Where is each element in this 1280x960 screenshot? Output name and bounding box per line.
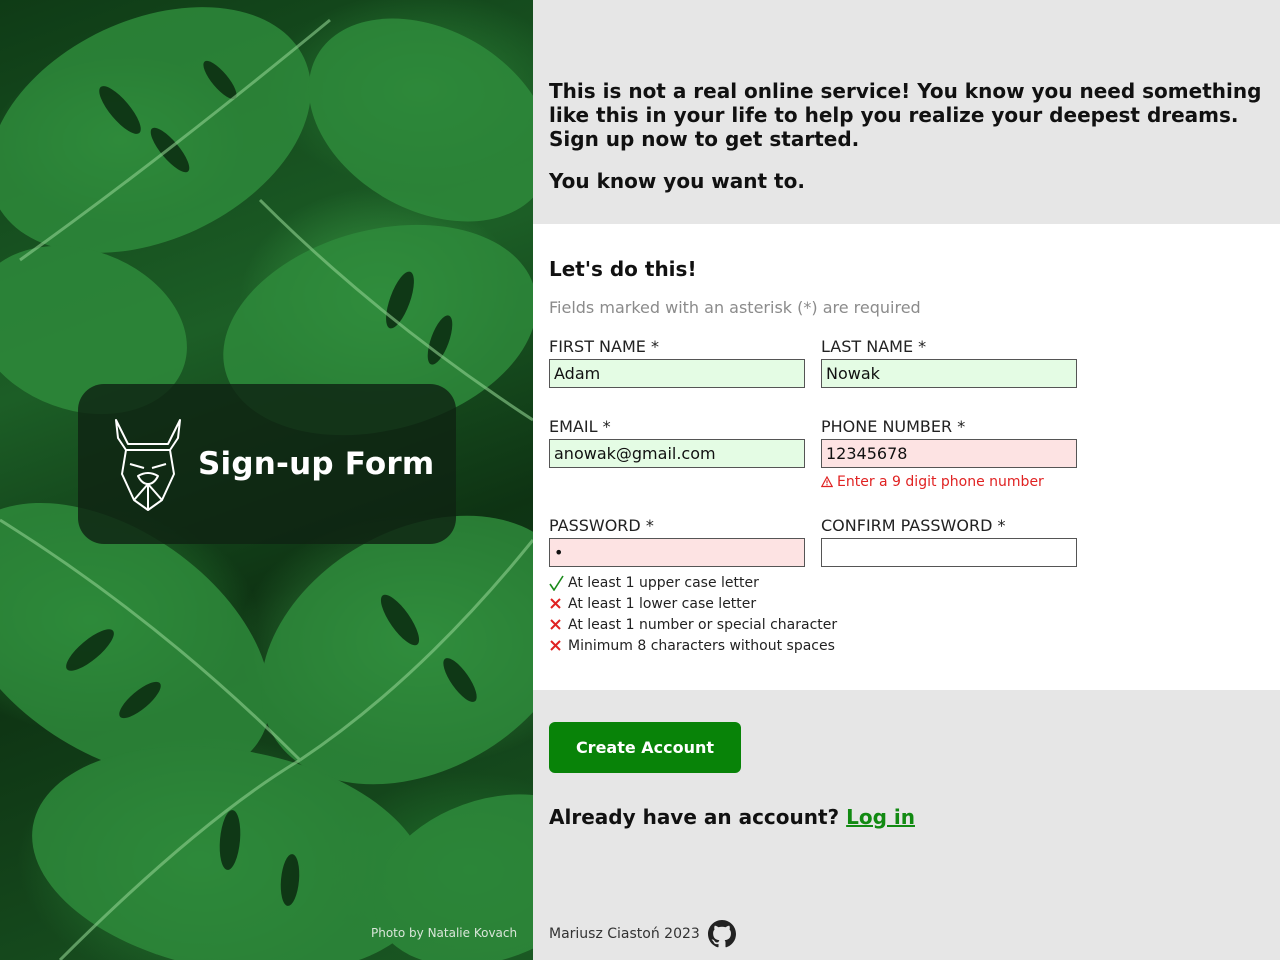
password-rule: At least 1 lower case letter <box>549 593 837 614</box>
cross-icon <box>549 618 568 631</box>
password-rule: At least 1 number or special character <box>549 614 837 635</box>
password-group: PASSWORD * <box>549 516 805 567</box>
email-input[interactable] <box>549 439 805 468</box>
password-rule-text: At least 1 lower case letter <box>568 595 757 612</box>
phone-error-text: Enter a 9 digit phone number <box>837 474 1044 490</box>
password-label: PASSWORD * <box>549 516 654 535</box>
intro-section: This is not a real online service! You k… <box>533 0 1280 224</box>
required-note: Fields marked with an asterisk (*) are r… <box>549 298 921 317</box>
last-name-group: LAST NAME * <box>821 337 1077 388</box>
cross-icon <box>549 597 568 610</box>
password-rule-text: At least 1 number or special character <box>568 616 838 633</box>
password-rule: At least 1 upper case letter <box>549 572 837 593</box>
hero-photo-panel: Sign-up Form Photo by Natalie Kovach <box>0 0 533 960</box>
password-rules: At least 1 upper case letter At least 1 … <box>549 572 837 656</box>
password-rule-text: Minimum 8 characters without spaces <box>568 637 835 654</box>
password-rule: Minimum 8 characters without spaces <box>549 635 837 656</box>
first-name-input[interactable] <box>549 359 805 388</box>
viking-helmet-icon <box>115 419 181 511</box>
create-account-button[interactable]: Create Account <box>549 722 741 773</box>
form-title: Let's do this! <box>549 257 697 281</box>
email-group: EMAIL * <box>549 417 805 468</box>
photo-credit: Photo by Natalie Kovach <box>371 926 518 940</box>
intro-tagline: You know you want to. <box>549 169 805 193</box>
brand-card: Sign-up Form <box>78 384 456 544</box>
intro-paragraph: This is not a real online service! You k… <box>549 79 1262 151</box>
confirm-password-group: CONFIRM PASSWORD * <box>821 516 1077 567</box>
confirm-password-input[interactable] <box>821 538 1077 567</box>
last-name-input[interactable] <box>821 359 1077 388</box>
phone-input[interactable] <box>821 439 1077 468</box>
cross-icon <box>549 639 568 652</box>
password-rule-text: At least 1 upper case letter <box>568 574 759 591</box>
password-input[interactable] <box>549 538 805 567</box>
signup-form: Let's do this! Fields marked with an ast… <box>533 224 1280 690</box>
first-name-group: FIRST NAME * <box>549 337 805 388</box>
login-prompt-text: Already have an account? <box>549 805 840 829</box>
login-prompt: Already have an account? Log in <box>549 805 915 829</box>
brand-title: Sign-up Form <box>198 446 435 482</box>
actions-section: Create Account Already have an account? … <box>533 690 1280 960</box>
footer: Mariusz Ciastoń 2023 <box>549 920 736 948</box>
login-link[interactable]: Log in <box>846 805 915 829</box>
phone-label: PHONE NUMBER * <box>821 417 966 436</box>
footer-author: Mariusz Ciastoń 2023 <box>549 926 700 942</box>
email-label: EMAIL * <box>549 417 611 436</box>
github-icon[interactable] <box>707 920 736 948</box>
phone-error: Enter a 9 digit phone number <box>821 474 1044 490</box>
first-name-label: FIRST NAME * <box>549 337 659 356</box>
warning-icon <box>821 476 833 488</box>
phone-group: PHONE NUMBER * <box>821 417 1077 468</box>
last-name-label: LAST NAME * <box>821 337 927 356</box>
checkmark-icon <box>549 575 568 591</box>
confirm-password-label: CONFIRM PASSWORD * <box>821 516 1006 535</box>
